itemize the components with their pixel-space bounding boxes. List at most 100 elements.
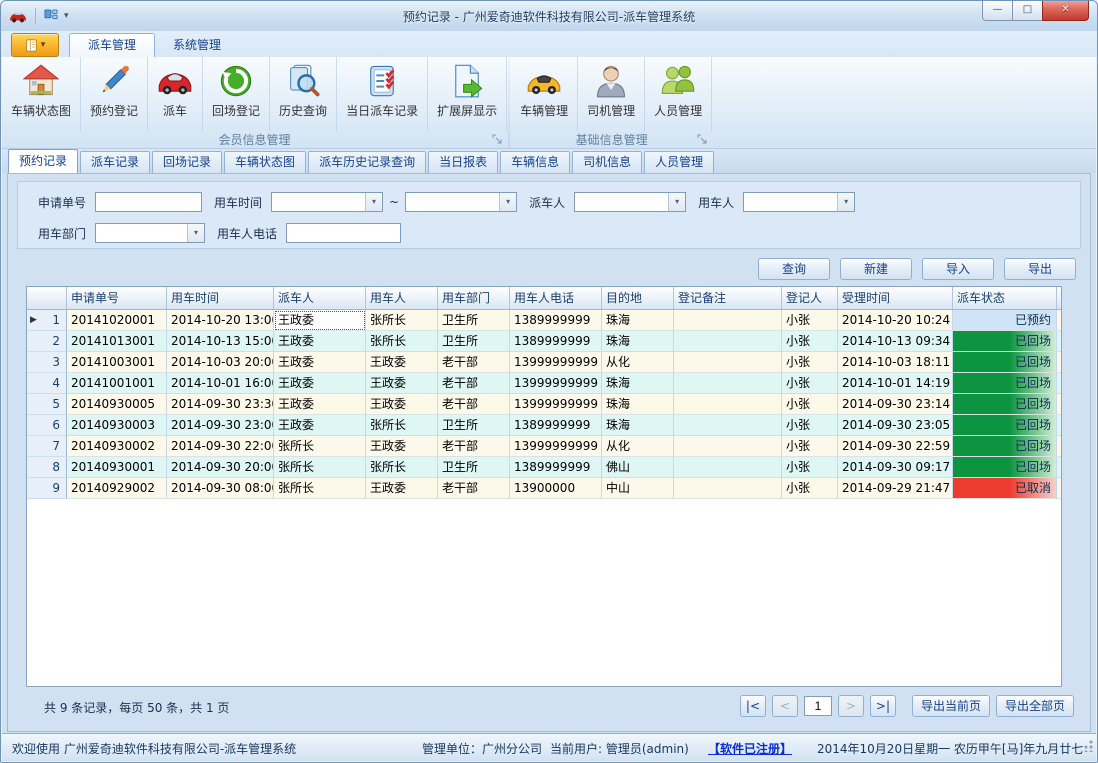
dispatcher-cell[interactable]: 王政委 [274, 373, 366, 394]
grid-column-header[interactable]: 登记人▼ [782, 287, 838, 309]
destination-cell[interactable]: 珠海 [602, 394, 674, 415]
row-number-cell[interactable]: ▶1 [27, 310, 67, 331]
user-cell[interactable]: 张所长 [366, 457, 438, 478]
remark-cell[interactable] [674, 394, 782, 415]
dispatcher-cell[interactable]: 王政委 [274, 415, 366, 436]
last-page-button[interactable]: >| [870, 695, 896, 717]
ribbon-button[interactable]: 历史查询 [270, 57, 337, 131]
dispatcher-cell[interactable]: 王政委 [274, 310, 366, 331]
row-number-cell[interactable]: ▶7 [27, 436, 67, 457]
phone-cell[interactable]: 1389999999 [510, 310, 602, 331]
use-time-cell[interactable]: 2014-10-01 16:00 [167, 373, 274, 394]
row-number-cell[interactable]: ▶4 [27, 373, 67, 394]
user-cell[interactable]: 王政委 [366, 394, 438, 415]
ribbon-button[interactable]: 车辆状态图 [2, 57, 81, 131]
first-page-button[interactable]: |< [740, 695, 766, 717]
registrar-cell[interactable]: 小张 [782, 415, 838, 436]
status-cell[interactable]: 已取消 [953, 478, 1057, 499]
dispatcher-cell[interactable]: 王政委 [274, 394, 366, 415]
apply-no-cell[interactable]: 20140930005 [67, 394, 167, 415]
remark-cell[interactable] [674, 478, 782, 499]
phone-input[interactable] [286, 223, 401, 243]
registrar-cell[interactable]: 小张 [782, 352, 838, 373]
query-button[interactable]: 查询 [758, 258, 830, 280]
document-tab[interactable]: 当日报表× [428, 151, 498, 173]
phone-cell[interactable]: 13999999999 [510, 436, 602, 457]
document-tab[interactable]: 预约记录× [8, 149, 78, 173]
use-time-cell[interactable]: 2014-09-30 08:00 [167, 478, 274, 499]
accept-time-cell[interactable]: 2014-09-30 22:59 [838, 436, 953, 457]
next-page-button[interactable]: > [838, 695, 864, 717]
use-time-cell[interactable]: 2014-10-13 15:00 [167, 331, 274, 352]
accept-time-cell[interactable]: 2014-10-13 09:34 [838, 331, 953, 352]
status-cell[interactable]: 已回场 [953, 352, 1057, 373]
chevron-down-icon[interactable]: ▾ [365, 193, 382, 211]
registrar-cell[interactable]: 小张 [782, 373, 838, 394]
export-current-page-button[interactable]: 导出当前页 [912, 695, 990, 717]
remark-cell[interactable] [674, 415, 782, 436]
grid-column-header[interactable]: 申请单号▼ [67, 287, 167, 309]
use-time-cell[interactable]: 2014-10-03 20:00 [167, 352, 274, 373]
row-number-cell[interactable]: ▶6 [27, 415, 67, 436]
ribbon-button[interactable]: 车辆管理 [511, 57, 578, 131]
user-cell[interactable]: 王政委 [366, 478, 438, 499]
destination-cell[interactable]: 佛山 [602, 457, 674, 478]
use-time-cell[interactable]: 2014-09-30 20:00 [167, 457, 274, 478]
document-tab[interactable]: 派车记录× [80, 151, 150, 173]
registrar-cell[interactable]: 小张 [782, 310, 838, 331]
chevron-down-icon[interactable]: ▾ [187, 224, 204, 242]
accept-time-cell[interactable]: 2014-09-30 23:14 [838, 394, 953, 415]
apply-no-cell[interactable]: 20141020001 [67, 310, 167, 331]
grid-column-header[interactable]: 登记备注▼ [674, 287, 782, 309]
table-row[interactable]: ▶1 20141020001 2014-10-20 13:00 王政委 张所长 … [27, 310, 1061, 331]
status-cell[interactable]: 已回场 [953, 415, 1057, 436]
apply-no-cell[interactable]: 20141013001 [67, 331, 167, 352]
remark-cell[interactable] [674, 331, 782, 352]
row-number-cell[interactable]: ▶8 [27, 457, 67, 478]
user-cell[interactable]: 王政委 [366, 436, 438, 457]
application-menu-button[interactable]: ▾ [11, 33, 59, 57]
document-tab[interactable]: 司机信息× [572, 151, 642, 173]
ribbon-button[interactable]: 预约登记 [81, 57, 148, 131]
table-row[interactable]: ▶9 20140929002 2014-09-30 08:00 张所长 王政委 … [27, 478, 1061, 499]
grid-column-header[interactable]: 用车人▼ [366, 287, 438, 309]
table-row[interactable]: ▶5 20140930005 2014-09-30 23:30 王政委 王政委 … [27, 394, 1061, 415]
use-time-cell[interactable]: 2014-10-20 13:00 [167, 310, 274, 331]
grid-column-header[interactable]: 目的地▼ [602, 287, 674, 309]
document-tab[interactable]: 车辆状态图× [224, 151, 306, 173]
apply-no-cell[interactable]: 20141001001 [67, 373, 167, 394]
apply-no-cell[interactable]: 20140930001 [67, 457, 167, 478]
department-combo[interactable]: ▾ [95, 223, 205, 243]
grid-column-header[interactable]: 用车人电话▼ [510, 287, 602, 309]
phone-cell[interactable]: 1389999999 [510, 331, 602, 352]
status-cell[interactable]: 已预约 [953, 310, 1057, 331]
window-layout-icon[interactable] [44, 9, 58, 23]
user-combo[interactable]: ▾ [743, 192, 855, 212]
document-tab[interactable]: 派车历史记录查询× [308, 151, 426, 173]
row-number-cell[interactable]: ▶2 [27, 331, 67, 352]
remark-cell[interactable] [674, 457, 782, 478]
ribbon-button[interactable]: 扩展屏显示 [428, 57, 507, 131]
apply-no-cell[interactable]: 20140929002 [67, 478, 167, 499]
destination-cell[interactable]: 珠海 [602, 373, 674, 394]
department-cell[interactable]: 老干部 [438, 352, 510, 373]
destination-cell[interactable]: 珠海 [602, 331, 674, 352]
accept-time-cell[interactable]: 2014-10-01 14:19 [838, 373, 953, 394]
dispatcher-combo[interactable]: ▾ [574, 192, 686, 212]
ribbon-button[interactable]: 派车 [148, 57, 203, 131]
grid-column-header[interactable]: 用车部门▼ [438, 287, 510, 309]
dialog-launcher-icon[interactable] [697, 134, 708, 145]
dispatcher-cell[interactable]: 王政委 [274, 352, 366, 373]
maximize-button[interactable]: □ [1012, 1, 1043, 21]
prev-page-button[interactable]: < [772, 695, 798, 717]
import-button[interactable]: 导入 [922, 258, 994, 280]
remark-cell[interactable] [674, 352, 782, 373]
table-row[interactable]: ▶8 20140930001 2014-09-30 20:00 张所长 张所长 … [27, 457, 1061, 478]
table-row[interactable]: ▶2 20141013001 2014-10-13 15:00 王政委 张所长 … [27, 331, 1061, 352]
phone-cell[interactable]: 13999999999 [510, 352, 602, 373]
apply-no-cell[interactable]: 20141003001 [67, 352, 167, 373]
chevron-down-icon[interactable]: ▾ [837, 193, 854, 211]
ribbon-button[interactable]: 人员管理 [645, 57, 712, 131]
remark-cell[interactable] [674, 310, 782, 331]
registrar-cell[interactable]: 小张 [782, 394, 838, 415]
